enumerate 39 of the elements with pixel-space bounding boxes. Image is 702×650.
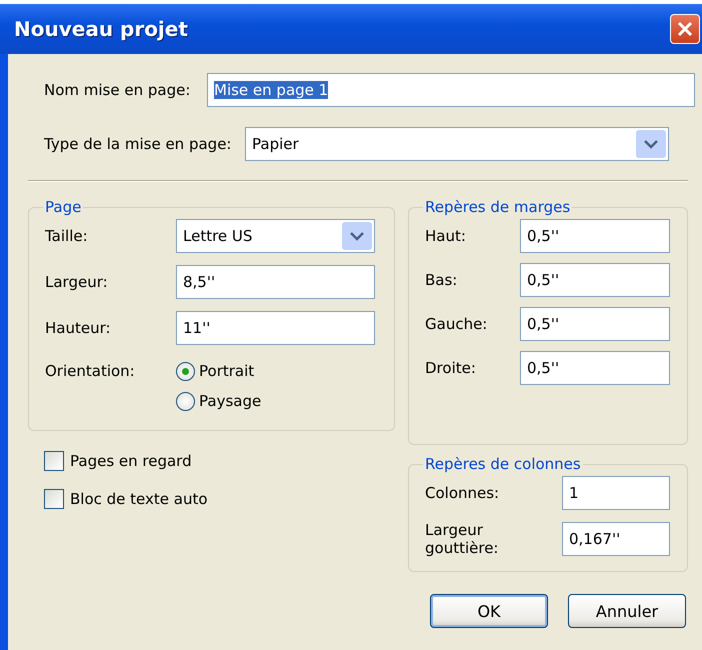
checkbox[interactable] [44, 451, 64, 471]
radio-button[interactable] [176, 362, 195, 380]
field-label: Haut: [425, 227, 467, 245]
field-label: Orientation: [45, 361, 136, 380]
field-label: Gauche: [425, 315, 488, 333]
dialog-button[interactable]: Annuler [568, 594, 686, 628]
field-label: Largeur gouttière: [425, 521, 500, 557]
field-label: Bas: [425, 271, 458, 289]
group-title: Page [44, 198, 82, 216]
window-title: Nouveau projet [13, 17, 188, 41]
input-field[interactable]: 0,5'' [520, 307, 670, 341]
dropdown[interactable]: Lettre US [176, 219, 375, 253]
input-field[interactable]: 8,5'' [176, 265, 375, 299]
input-field[interactable]: Mise en page 1 [207, 73, 695, 107]
field-label: Hauteur: [45, 319, 112, 337]
field-label: Colonnes: [425, 484, 500, 502]
field-label: Taille: [45, 227, 89, 245]
field-label: Nom mise en page: [44, 81, 192, 99]
input-field[interactable]: 0,167'' [562, 522, 670, 556]
group-title: Repères de colonnes [424, 455, 582, 473]
radio-label: Portrait [199, 362, 254, 380]
dialog-button[interactable]: OK [430, 594, 548, 628]
close-icon [676, 20, 694, 38]
checkbox[interactable] [44, 489, 64, 509]
radio-button[interactable] [176, 392, 195, 410]
input-field[interactable]: 0,5'' [520, 263, 670, 297]
field-label: Largeur: [45, 273, 109, 291]
field-label: Droite: [425, 359, 477, 377]
radio-label: Paysage [199, 392, 262, 410]
input-field[interactable]: 0,5'' [520, 219, 670, 253]
input-field[interactable]: 11'' [176, 311, 375, 345]
dropdown[interactable]: Papier [245, 127, 669, 161]
checkbox-label: Pages en regard [70, 452, 192, 470]
close-button[interactable] [670, 14, 700, 44]
field-label: Type de la mise en page: [44, 135, 232, 153]
group-title: Repères de marges [424, 198, 572, 216]
checkbox-label: Bloc de texte auto [70, 490, 208, 508]
input-field[interactable]: 0,5'' [520, 351, 670, 385]
input-field[interactable]: 1 [562, 476, 670, 510]
